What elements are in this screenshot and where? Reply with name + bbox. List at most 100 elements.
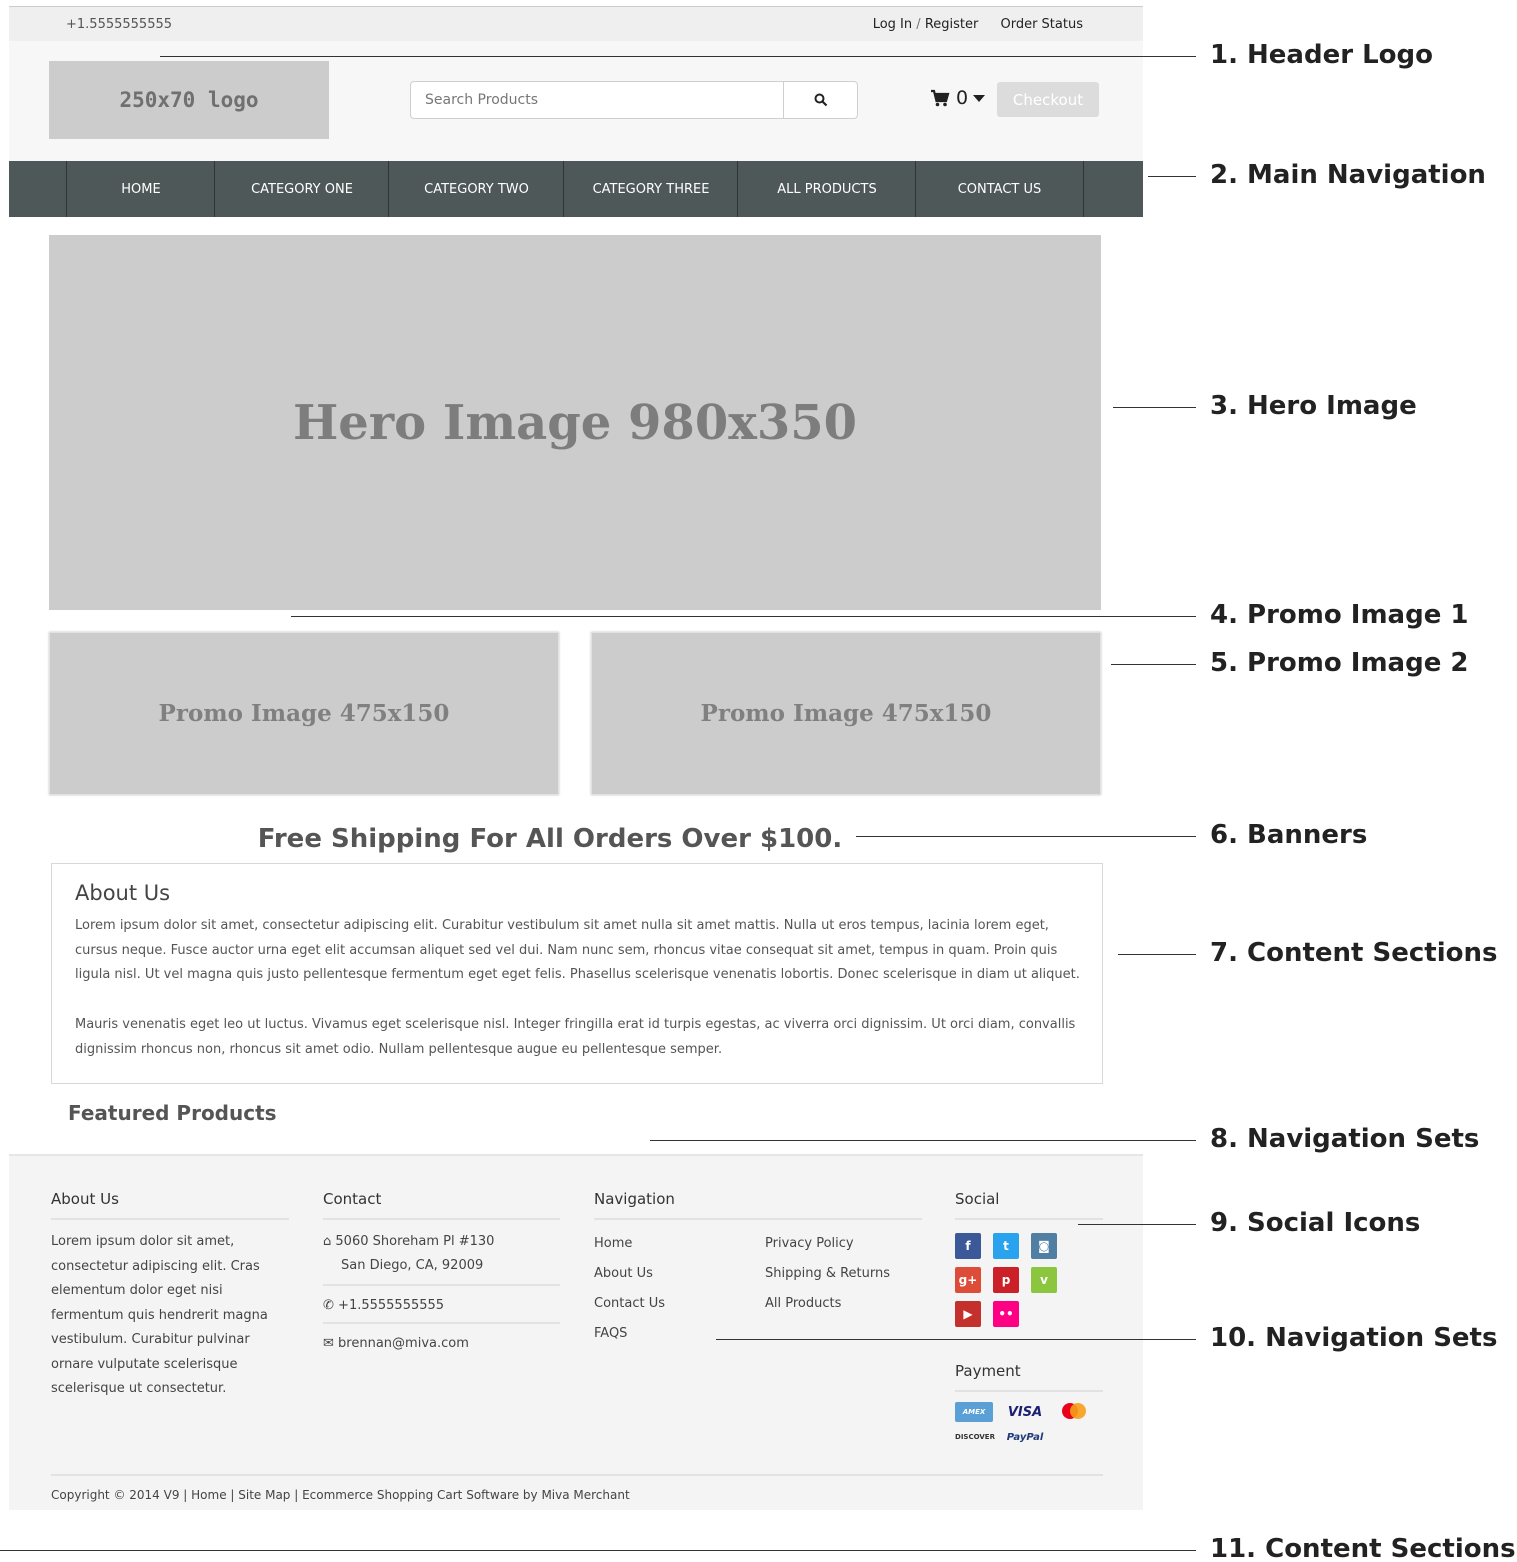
footer-link-privacy-policy[interactable]: Privacy Policy: [765, 1236, 854, 1251]
account-links: Log In / Register Order Status: [873, 17, 1083, 32]
callout-navigation-sets-2: 10. Navigation Sets: [1210, 1323, 1498, 1353]
copyright-text: Copyright © 2014 V9 | Home | Site Map | …: [51, 1488, 630, 1502]
callout-line-11: [0, 1550, 1196, 1551]
search-button[interactable]: [783, 82, 857, 118]
cart-count: 0: [956, 87, 969, 109]
pinterest-icon[interactable]: p: [993, 1267, 1019, 1293]
callout-banners: 6. Banners: [1210, 820, 1368, 850]
callout-header-logo: 1. Header Logo: [1210, 40, 1433, 70]
callout-promo-image-1: 4. Promo Image 1: [1210, 600, 1469, 630]
home-icon: ⌂: [323, 1234, 332, 1249]
mastercard-icon: [1057, 1400, 1091, 1422]
shipping-banner: Free Shipping For All Orders Over $100.: [9, 824, 1143, 854]
callout-line-8: [650, 1140, 1196, 1141]
callout-social-icons: 9. Social Icons: [1210, 1208, 1421, 1238]
callout-line-9: [1078, 1224, 1196, 1225]
callout-content-sections: 7. Content Sections: [1210, 938, 1498, 968]
chevron-down-icon: [973, 94, 986, 102]
search-icon: [814, 93, 827, 107]
register-link[interactable]: Register: [925, 17, 979, 32]
callout-line-10: [716, 1339, 1196, 1340]
search-bar: [410, 81, 858, 119]
callout-line-4: [291, 616, 1196, 617]
footer-link-contact-us[interactable]: Contact Us: [594, 1296, 665, 1311]
nav-item-all-products[interactable]: ALL PRODUCTS: [737, 161, 916, 217]
paypal-icon: PayPal: [1006, 1431, 1044, 1443]
footer-divider: [51, 1474, 1103, 1476]
footer-email: ✉ brennan@miva.com: [323, 1332, 469, 1357]
about-paragraph: Mauris venenatis eget leo ut luctus. Viv…: [75, 1017, 1076, 1057]
main-navigation: HOME CATEGORY ONE CATEGORY TWO CATEGORY …: [9, 161, 1143, 217]
callout-line-7: [1118, 954, 1196, 955]
footer-navigation-title: Navigation: [594, 1190, 922, 1220]
google-plus-icon[interactable]: g+: [955, 1267, 981, 1293]
callout-line-5: [1111, 664, 1196, 665]
callout-line-1: [160, 56, 1196, 57]
cart-icon: [931, 89, 950, 107]
footer-link-faqs[interactable]: FAQS: [594, 1326, 627, 1341]
nav-item-home[interactable]: HOME: [66, 161, 215, 217]
about-title: About Us: [75, 881, 171, 905]
footer-about-text: Lorem ipsum dolor sit amet, consectetur …: [51, 1234, 268, 1396]
address-line-1: 5060 Shoreham Pl #130: [335, 1234, 495, 1249]
site-footer: About Us Lorem ipsum dolor sit amet, con…: [9, 1154, 1143, 1510]
contact-divider: [323, 1284, 560, 1286]
banner-text: Free Shipping For All Orders Over $100.: [257, 824, 843, 854]
youtube-icon[interactable]: ▶: [955, 1301, 981, 1327]
footer-address: ⌂ 5060 Shoreham Pl #130: [323, 1230, 494, 1255]
envelope-icon: ✉: [323, 1336, 334, 1351]
mini-cart[interactable]: 0: [930, 87, 986, 109]
header-logo[interactable]: 250x70 logo: [49, 61, 329, 139]
topbar-phone: +1.5555555555: [66, 17, 173, 32]
search-input[interactable]: [411, 82, 783, 118]
footer-link-shipping-returns[interactable]: Shipping & Returns: [765, 1266, 890, 1281]
address-line-2: San Diego, CA, 92009: [341, 1258, 484, 1273]
twitter-icon[interactable]: t: [993, 1233, 1019, 1259]
callout-content-sections-2: 11. Content Sections: [1210, 1534, 1516, 1562]
callout-promo-image-2: 5. Promo Image 2: [1210, 648, 1469, 678]
footer-contact-title: Contact: [323, 1190, 560, 1220]
footer-link-home[interactable]: Home: [594, 1236, 632, 1251]
callout-line-6: [856, 836, 1196, 837]
promo-image-1[interactable]: Promo Image 475x150: [49, 632, 559, 795]
flickr-icon[interactable]: ••: [993, 1301, 1019, 1327]
promo-image-2[interactable]: Promo Image 475x150: [591, 632, 1101, 795]
footer-about-title: About Us: [51, 1190, 289, 1220]
site-header: 250x70 logo 0 Checkout: [9, 41, 1143, 161]
footer-payment-title: Payment: [955, 1362, 1103, 1392]
nav-item-category-one[interactable]: CATEGORY ONE: [214, 161, 389, 217]
callout-navigation-sets: 8. Navigation Sets: [1210, 1124, 1480, 1154]
nav-item-category-three[interactable]: CATEGORY THREE: [563, 161, 738, 217]
top-bar: +1.5555555555 Log In / Register Order St…: [9, 6, 1143, 41]
footer-social-title: Social: [955, 1190, 1103, 1220]
phone-icon: ✆: [323, 1298, 334, 1313]
footer-phone: ✆ +1.5555555555: [323, 1294, 444, 1319]
checkout-button[interactable]: Checkout: [997, 82, 1099, 117]
nav-item-contact-us[interactable]: CONTACT US: [915, 161, 1084, 217]
nav-item-category-two[interactable]: CATEGORY TWO: [388, 161, 564, 217]
mastercard-logo: [1062, 1403, 1086, 1419]
order-status-link[interactable]: Order Status: [1000, 17, 1083, 32]
callout-line-2: [1148, 176, 1196, 177]
callout-main-navigation: 2. Main Navigation: [1210, 160, 1486, 190]
featured-products-title: Featured Products: [68, 1101, 277, 1125]
login-separator: /: [916, 17, 921, 32]
login-link[interactable]: Log In: [873, 17, 912, 32]
visa-card-icon: VISA: [1007, 1404, 1043, 1420]
footer-link-about-us[interactable]: About Us: [594, 1266, 653, 1281]
storefront-mockup: +1.5555555555 Log In / Register Order St…: [9, 6, 1143, 1512]
vine-icon[interactable]: v: [1031, 1267, 1057, 1293]
callout-hero-image: 3. Hero Image: [1210, 391, 1417, 421]
contact-divider: [323, 1322, 560, 1324]
about-paragraph: Lorem ipsum dolor sit amet, consectetur …: [75, 918, 1080, 982]
footer-email-address[interactable]: brennan@miva.com: [338, 1336, 469, 1351]
callout-line-3: [1113, 407, 1196, 408]
instagram-icon[interactable]: ◙: [1031, 1233, 1057, 1259]
amex-card-icon: AMEX: [955, 1402, 993, 1422]
footer-phone-number: +1.5555555555: [338, 1298, 445, 1313]
discover-card-icon: DISCOVER: [955, 1433, 995, 1441]
facebook-icon[interactable]: f: [955, 1233, 981, 1259]
footer-link-all-products[interactable]: All Products: [765, 1296, 841, 1311]
about-content-section: About Us Lorem ipsum dolor sit amet, con…: [51, 863, 1103, 1084]
hero-image[interactable]: Hero Image 980x350: [49, 235, 1101, 610]
